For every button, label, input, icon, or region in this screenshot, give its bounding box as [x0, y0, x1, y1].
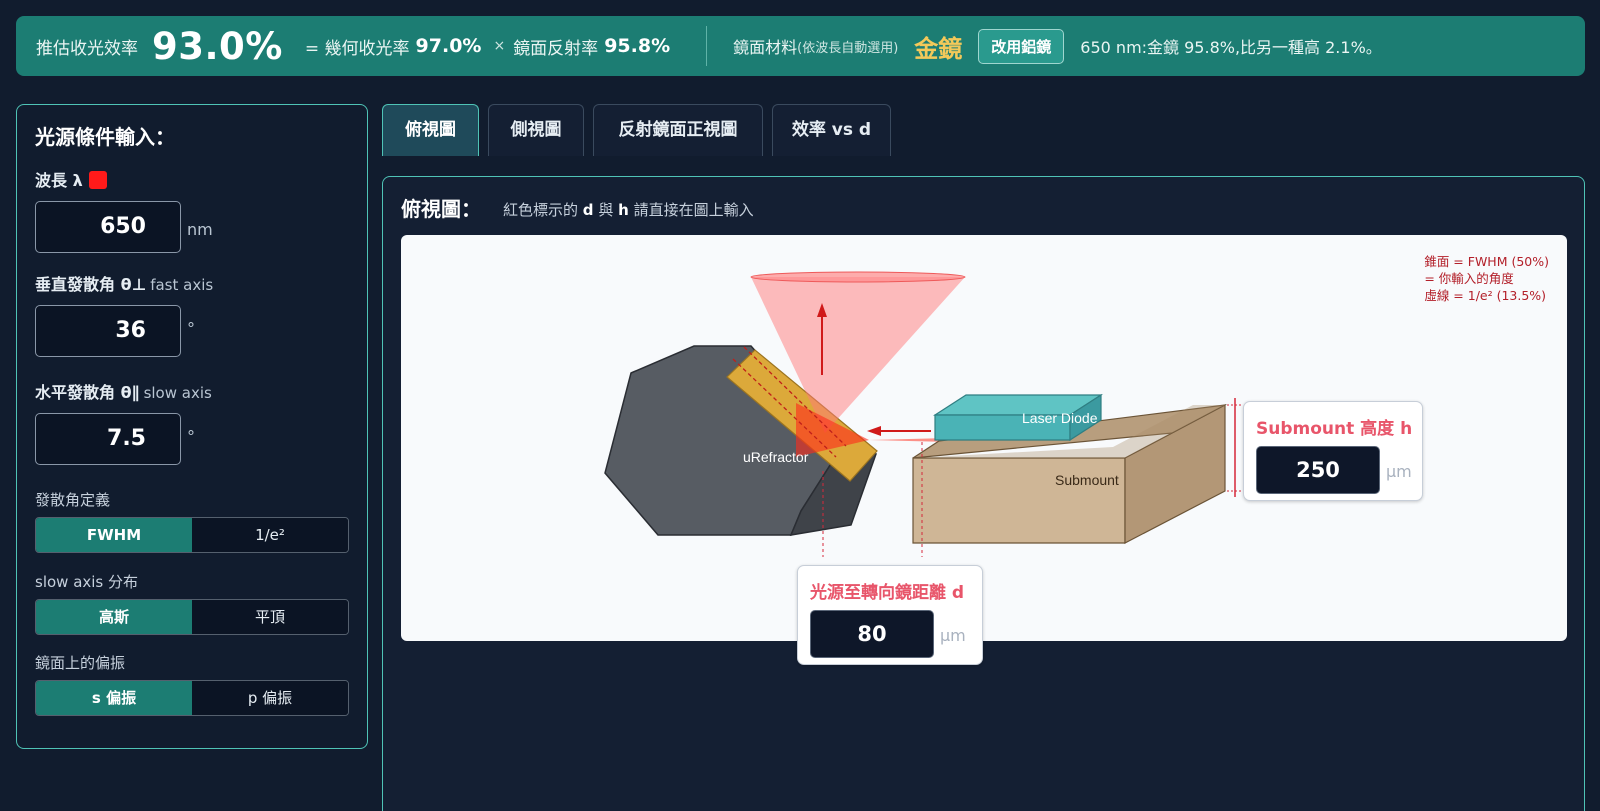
slow-axis-label-text: 水平發散角 θ∥ — [35, 383, 140, 402]
legend-line-3: 虛線 = 1/e² (13.5%) — [1424, 288, 1547, 303]
option-p-polarization[interactable]: p 偏振 — [192, 681, 348, 715]
times-sign: × — [493, 38, 506, 54]
hint-h: h — [618, 201, 629, 219]
wavelength-label: 波長 λ — [35, 167, 107, 191]
efficiency-value: 93.0% — [152, 24, 283, 68]
submount-label: Submount — [1055, 472, 1119, 488]
legend: 錐面 = FWHM (50%) = 你輸入的角度 虛線 = 1/e² (13.5… — [1424, 253, 1549, 304]
distance-d-callout: 光源至轉向鏡距離 d 80 µm — [797, 565, 983, 665]
view-hint: 紅色標示的 d 與 h 請直接在圖上輸入 — [503, 199, 754, 220]
divergence-definition-toggle: FWHM 1/e² — [35, 517, 349, 553]
material-label: 鏡面材料 — [733, 38, 798, 57]
geometric-label: = 幾何收光率 — [304, 38, 410, 59]
option-fwhm[interactable]: FWHM — [36, 518, 192, 552]
slow-axis-label: 水平發散角 θ∥ slow axis — [35, 379, 212, 403]
wavelength-label-text: 波長 λ — [35, 171, 83, 190]
tab-mirror-front-view[interactable]: 反射鏡面正視圖 — [593, 104, 763, 156]
polarization-toggle: s 偏振 p 偏振 — [35, 680, 349, 716]
hint-d: d — [582, 201, 594, 219]
tab-efficiency-vs-d[interactable]: 效率 vs d — [772, 104, 891, 156]
mirror-reflectance-value: 95.8% — [604, 35, 671, 57]
polarization-label: 鏡面上的偏振 — [35, 654, 126, 672]
submount-height-callout: Submount 高度 h 250 µm — [1243, 401, 1423, 501]
hint-mid: 與 — [598, 201, 614, 219]
fast-axis-label-text: 垂直發散角 θ⊥ — [35, 275, 147, 294]
slow-axis-sublabel: slow axis — [143, 384, 212, 402]
material-value: 金鏡 — [914, 34, 963, 63]
wavelength-color-swatch — [88, 171, 107, 189]
geometric-value: 97.0% — [415, 35, 482, 57]
laser-diode-label: Laser Diode — [1022, 410, 1098, 426]
legend-line-1: 錐面 = FWHM (50%) — [1424, 254, 1549, 269]
submount-front-face — [912, 457, 1126, 544]
fast-axis-label: 垂直發散角 θ⊥ fast axis — [35, 271, 213, 295]
top-view-panel: 俯視圖： 紅色標示的 d 與 h 請直接在圖上輸入 uRefractor Las… — [382, 176, 1585, 811]
submount-height-unit: µm — [1386, 462, 1412, 481]
material-sublabel: (依波長自動選用) — [797, 40, 899, 56]
wavelength-input[interactable]: 650 — [35, 201, 181, 253]
hint-post: 請直接在圖上輸入 — [633, 201, 754, 219]
legend-line-2: = 你輸入的角度 — [1424, 271, 1514, 286]
tab-top-view[interactable]: 俯視圖 — [382, 104, 479, 156]
wavelength-unit: nm — [187, 220, 213, 239]
fast-axis-input[interactable]: 36 — [35, 305, 181, 357]
top-view-canvas: uRefractor Laser Diode Submount 錐面 = FWH… — [401, 235, 1567, 665]
submount-height-label: Submount 高度 h — [1256, 419, 1413, 439]
option-flat-top[interactable]: 平頂 — [192, 600, 348, 634]
slow-axis-unit: ° — [187, 427, 195, 446]
option-gaussian[interactable]: 高斯 — [36, 600, 192, 634]
mirror-reflectance-label: 鏡面反射率 — [513, 38, 599, 59]
slow-axis-distribution-toggle: 高斯 平頂 — [35, 599, 349, 635]
slow-axis-distribution-label: slow axis 分布 — [35, 573, 139, 591]
refractor-label: uRefractor — [743, 449, 809, 465]
distance-d-unit: µm — [940, 626, 966, 645]
switch-to-aluminum-button[interactable]: 改用鋁鏡 — [978, 28, 1065, 64]
distance-d-label: 光源至轉向鏡距離 d — [810, 583, 965, 603]
material-note: 650 nm:金鏡 95.8%,比另一種高 2.1%。 — [1080, 38, 1382, 57]
option-s-polarization[interactable]: s 偏振 — [36, 681, 192, 715]
hint-pre: 紅色標示的 — [503, 201, 579, 219]
tab-side-view[interactable]: 側視圖 — [488, 104, 584, 156]
left-arrow-head — [867, 426, 881, 436]
source-conditions-panel: 光源條件輸入： 波長 λ 650 nm 垂直發散角 θ⊥ fast axis 36… — [16, 104, 368, 749]
submount-height-input[interactable]: 250 — [1256, 446, 1380, 494]
distance-d-input[interactable]: 80 — [810, 610, 934, 658]
option-1-over-e2[interactable]: 1/e² — [192, 518, 348, 552]
view-title: 俯視圖： — [401, 197, 481, 221]
divergence-definition-label: 發散角定義 — [35, 491, 111, 509]
fast-axis-sublabel: fast axis — [150, 276, 214, 294]
panel-title: 光源條件輸入： — [35, 125, 175, 149]
slow-axis-input[interactable]: 7.5 — [35, 413, 181, 465]
fast-axis-unit: ° — [187, 319, 195, 338]
banner-divider — [706, 26, 708, 66]
efficiency-banner: 推估收光效率 93.0% = 幾何收光率 97.0% × 鏡面反射率 95.8%… — [16, 16, 1585, 76]
cone-top-ellipse — [750, 271, 966, 283]
efficiency-label: 推估收光效率 — [36, 38, 138, 59]
